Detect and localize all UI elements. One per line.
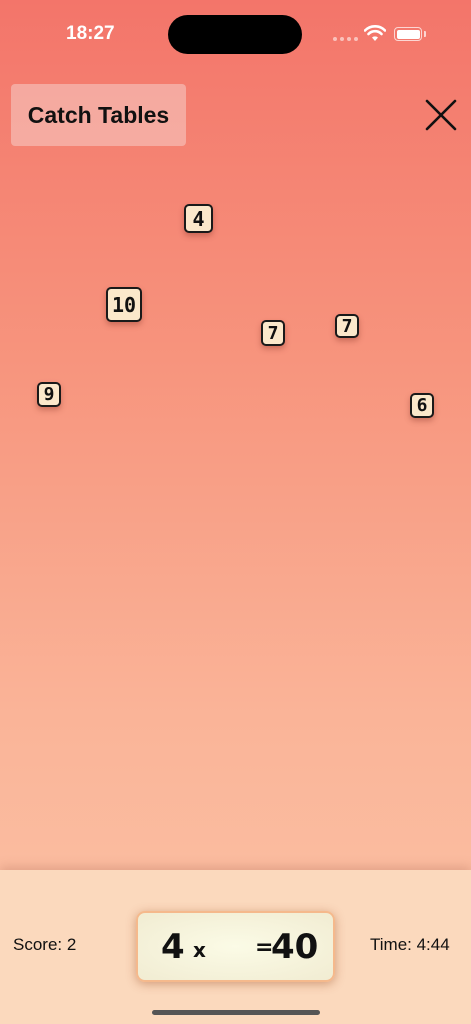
close-icon[interactable] [424, 98, 458, 132]
equation-result: 40 [271, 927, 319, 967]
multiply-operator: x [193, 938, 206, 962]
battery-icon [394, 27, 422, 41]
time-remaining: Time: 4:44 [370, 935, 450, 954]
home-indicator [152, 1010, 320, 1015]
score-label: Score: 2 [13, 935, 77, 954]
number-tile[interactable]: 10 [106, 287, 142, 322]
number-tile[interactable]: 4 [184, 204, 213, 233]
cellular-signal-icon [333, 37, 358, 41]
status-time: 18:27 [66, 23, 115, 44]
wifi-icon [364, 25, 386, 41]
number-tile[interactable]: 6 [410, 393, 434, 418]
game-title: Catch Tables [11, 84, 186, 146]
multiplicand: 4 [161, 927, 185, 967]
number-tile[interactable]: 7 [335, 314, 359, 338]
number-tile[interactable]: 7 [261, 320, 285, 346]
battery-cap [424, 31, 426, 37]
number-tile[interactable]: 9 [37, 382, 61, 407]
dynamic-island [168, 15, 302, 54]
equation-card: 4 x = 40 [136, 911, 335, 982]
